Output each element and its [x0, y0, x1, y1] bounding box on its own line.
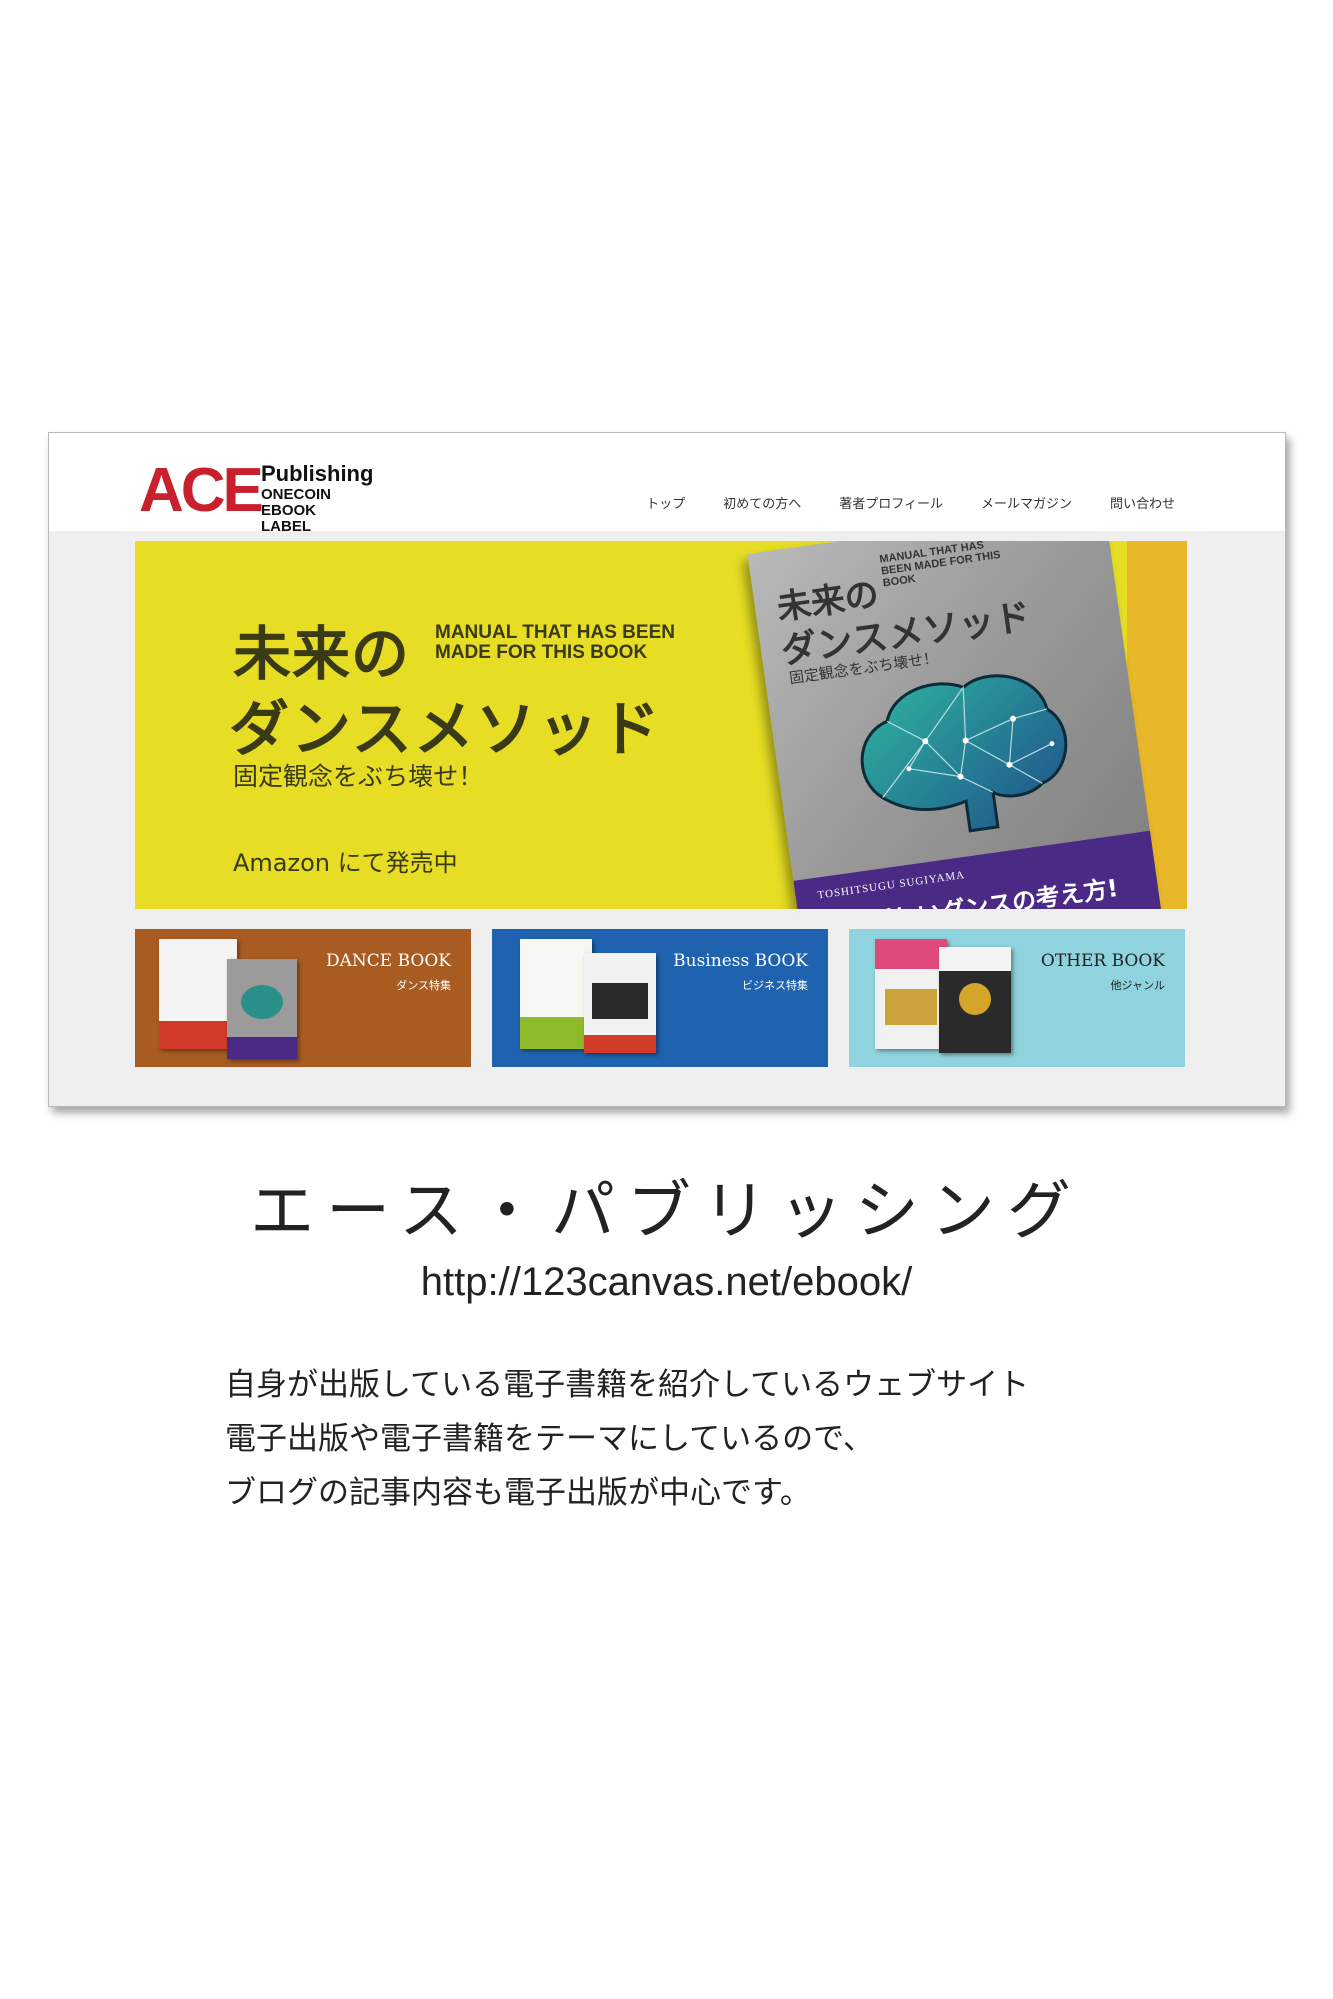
card-sub-dance: ダンス特集 — [396, 979, 451, 992]
hero-title-line2: ダンスメソッド — [229, 695, 662, 765]
nav-item-mail-magazine[interactable]: メールマガジン — [981, 493, 1072, 512]
category-card-dance[interactable]: DANCE BOOK ダンス特集 — [135, 929, 471, 1067]
other-book-thumb-1 — [875, 939, 947, 1049]
hero-english-tagline: MANUAL THAT HAS BEEN MADE FOR THIS BOOK — [435, 622, 675, 663]
logo-publishing-text: Publishing — [261, 461, 374, 486]
book-cover: 未来の MANUAL THAT HAS BEEN MADE FOR THIS B… — [747, 541, 1163, 909]
site-url-link[interactable]: http://123canvas.net/ebook/ — [0, 1260, 1333, 1305]
card-title-other: OTHER BOOK — [1040, 951, 1165, 971]
card-title-business: Business BOOK — [673, 951, 808, 971]
category-card-other[interactable]: OTHER BOOK 他ジャンル — [849, 929, 1185, 1067]
dance-book-thumb-1 — [159, 939, 237, 1049]
card-sub-business: ビジネス特集 — [742, 979, 808, 992]
site-header: ACE Publishing ONECOIN EBOOK LABEL トップ 初… — [49, 433, 1285, 535]
card-sub-other: 他ジャンル — [1110, 979, 1165, 992]
hero-banner[interactable]: 未来の MANUAL THAT HAS BEEN MADE FOR THIS B… — [135, 541, 1187, 909]
other-book-thumb-2 — [939, 947, 1011, 1053]
site-name-heading: エース・パブリッシング — [250, 1175, 1083, 1249]
card-title-dance: DANCE BOOK — [326, 951, 451, 971]
hero-amazon-note: Amazon にて発売中 — [233, 849, 458, 877]
cover-english-tagline: MANUAL THAT HAS BEEN MADE FOR THIS BOOK — [878, 541, 1002, 590]
nav-item-contact[interactable]: 問い合わせ — [1110, 493, 1175, 512]
logo-line-2: EBOOK LABEL — [261, 502, 317, 535]
nav-item-author-profile[interactable]: 著者プロフィール — [839, 493, 943, 512]
nav-item-first-time[interactable]: 初めての方へ — [723, 493, 801, 512]
website-screenshot: ACE Publishing ONECOIN EBOOK LABEL トップ 初… — [48, 432, 1286, 1107]
description-line-1: 自身が出版している電子書籍を紹介しているウェブサイト — [225, 1367, 1030, 1403]
business-book-thumb-1 — [520, 939, 592, 1049]
logo-line-1: ONECOIN — [261, 486, 332, 503]
nav-item-top[interactable]: トップ — [646, 493, 685, 512]
logo-ace-text: ACE — [139, 456, 264, 525]
cover-bottom-band: TOSHITSUGU SUGIYAMA 全く新しいダンスの考え方! — [793, 830, 1163, 909]
description-line-2: 電子出版や電子書籍をテーマにしているので、 — [225, 1421, 874, 1457]
main-nav: トップ 初めての方へ 著者プロフィール メールマガジン 問い合わせ — [646, 493, 1175, 512]
business-book-thumb-2 — [584, 953, 656, 1053]
site-description: 自身が出版している電子書籍を紹介しているウェブサイト 電子出版や電子書籍をテーマ… — [225, 1358, 1029, 1520]
brain-illustration-icon — [860, 674, 1068, 833]
description-line-3: ブログの記事内容も電子出版が中心です。 — [225, 1475, 811, 1511]
hero-subtitle: 固定観念をぶち壊せ！ — [233, 762, 484, 791]
category-card-business[interactable]: Business BOOK ビジネス特集 — [492, 929, 828, 1067]
dance-book-thumb-2 — [227, 959, 297, 1059]
hero-title-line1: 未来の — [233, 620, 411, 688]
